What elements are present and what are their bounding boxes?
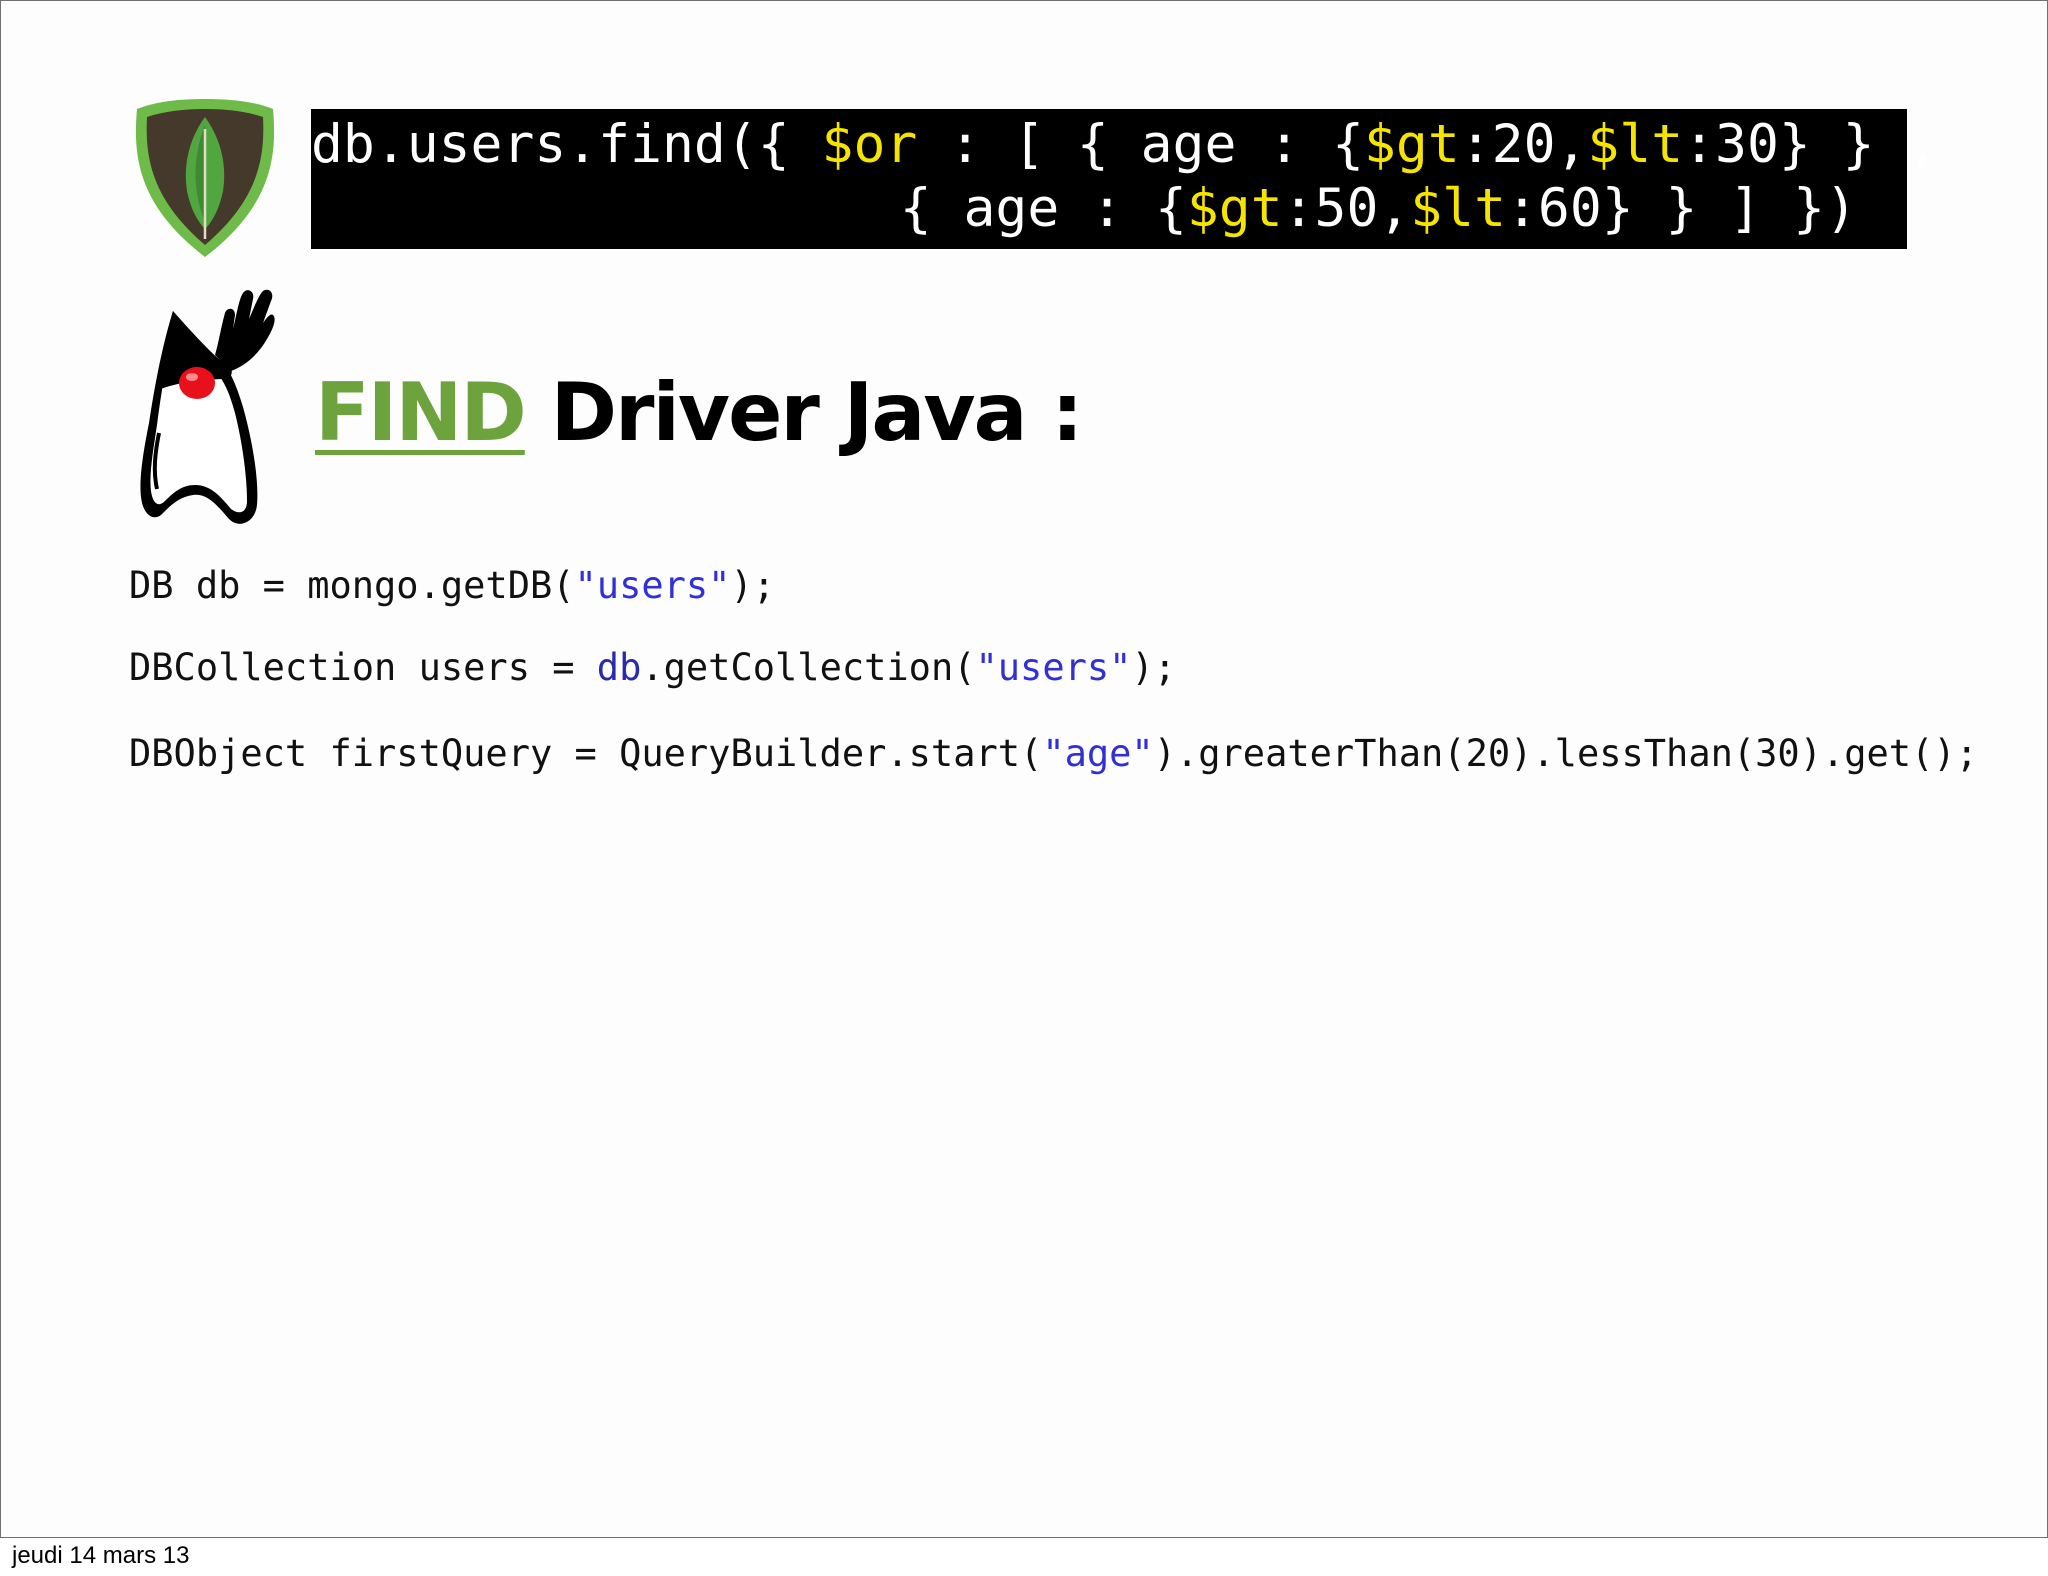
- java-duke-mascot-icon: [140, 289, 275, 524]
- title-text: Driver Java :: [524, 366, 1084, 459]
- code-line-querybuilder: DBObject firstQuery = QueryBuilder.start…: [129, 732, 1978, 775]
- mongodb-leaf-shield-icon: [135, 99, 275, 257]
- mongo-query-banner: db.users.find({ $or : [ { age : {$gt:20,…: [311, 109, 1939, 249]
- title-find-keyword: FIND: [315, 366, 527, 459]
- query-line-1: db.users.find({ $or : [ { age : {$gt:20,…: [311, 114, 1939, 175]
- code-line-getcollection: DBCollection users = db.getCollection("u…: [129, 646, 1176, 689]
- slide-title: FIND Driver Java :: [315, 363, 1084, 463]
- slide: db.users.find({ $or : [ { age : {$gt:20,…: [0, 0, 2048, 1538]
- query-line-2: { age : {$gt:50,$lt:60} } ] }): [899, 178, 1857, 239]
- footer-date: jeudi 14 mars 13: [12, 1542, 190, 1569]
- code-line-getdb: DB db = mongo.getDB("users");: [129, 564, 776, 607]
